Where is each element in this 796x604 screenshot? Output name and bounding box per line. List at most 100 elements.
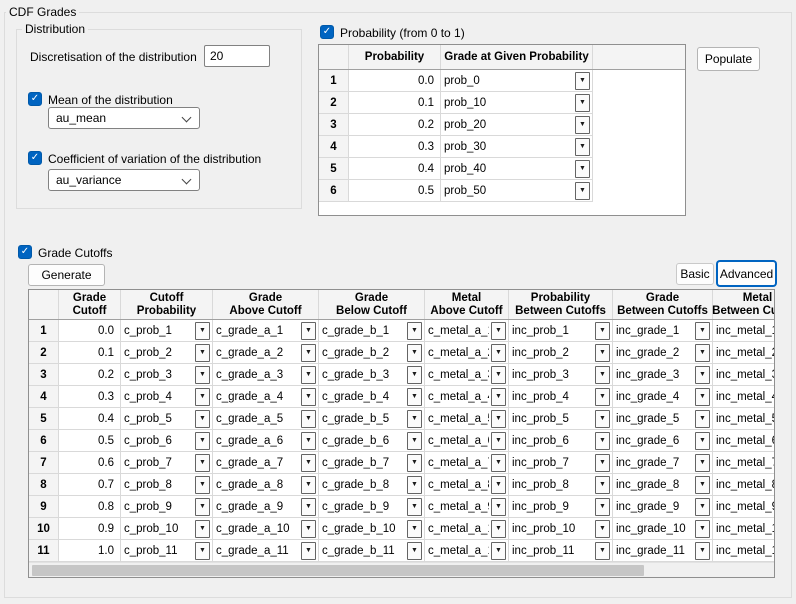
dropdown-button[interactable]: ▼ <box>195 476 210 494</box>
dropdown-button[interactable]: ▼ <box>195 454 210 472</box>
dropdown-cell[interactable]: c_prob_4 ▼ <box>121 386 213 407</box>
scrollbar-thumb[interactable] <box>32 565 644 576</box>
dropdown-cell[interactable]: inc_grade_1 ▼ <box>613 320 713 341</box>
row-header[interactable]: 4 <box>319 136 349 158</box>
dropdown-button[interactable]: ▼ <box>695 476 710 494</box>
dropdown-cell[interactable]: c_grade_a_3 ▼ <box>213 364 319 385</box>
dropdown-button[interactable]: ▼ <box>407 476 422 494</box>
dropdown-cell[interactable]: c_metal_a_4 ▼ <box>425 386 509 407</box>
dropdown-button[interactable]: ▼ <box>407 432 422 450</box>
dropdown-button[interactable]: ▼ <box>595 344 610 362</box>
dropdown-button[interactable]: ▼ <box>595 454 610 472</box>
dropdown-cell[interactable]: c_grade_b_2 ▼ <box>319 342 425 363</box>
dropdown-button[interactable]: ▼ <box>595 388 610 406</box>
row-header[interactable]: 2 <box>319 92 349 114</box>
row-header[interactable]: 10 <box>29 518 59 539</box>
dropdown-cell[interactable]: inc_metal_10 ▼ <box>713 518 775 539</box>
mean-checkbox[interactable]: ✓ <box>28 92 42 106</box>
dropdown-button[interactable]: ▼ <box>575 138 590 156</box>
row-header[interactable]: 8 <box>29 474 59 495</box>
dropdown-button[interactable]: ▼ <box>491 520 506 538</box>
dropdown-button[interactable]: ▼ <box>575 72 590 90</box>
dropdown-cell[interactable]: c_prob_6 ▼ <box>121 430 213 451</box>
row-header[interactable]: 5 <box>319 158 349 180</box>
dropdown-button[interactable]: ▼ <box>407 322 422 340</box>
row-header[interactable]: 5 <box>29 408 59 429</box>
dropdown-cell[interactable]: c_grade_a_2 ▼ <box>213 342 319 363</box>
dropdown-button[interactable]: ▼ <box>695 542 710 560</box>
cutoff-value[interactable]: 0.9 <box>59 518 121 539</box>
grade-cutoffs-checkbox[interactable]: ✓ <box>18 245 32 259</box>
dropdown-cell[interactable]: c_grade_b_10 ▼ <box>319 518 425 539</box>
dropdown-cell[interactable]: inc_grade_8 ▼ <box>613 474 713 495</box>
discretisation-input[interactable]: 20 <box>204 45 270 67</box>
dropdown-cell[interactable]: inc_prob_9 ▼ <box>509 496 613 517</box>
dropdown-cell[interactable]: inc_prob_3 ▼ <box>509 364 613 385</box>
dropdown-cell[interactable]: c_grade_b_8 ▼ <box>319 474 425 495</box>
dropdown-cell[interactable]: c_prob_9 ▼ <box>121 496 213 517</box>
dropdown-button[interactable]: ▼ <box>491 388 506 406</box>
cutoff-value[interactable]: 0.7 <box>59 474 121 495</box>
dropdown-button[interactable]: ▼ <box>491 476 506 494</box>
dropdown-cell[interactable]: c_prob_1 ▼ <box>121 320 213 341</box>
dropdown-button[interactable]: ▼ <box>301 520 316 538</box>
dropdown-cell[interactable]: inc_prob_7 ▼ <box>509 452 613 473</box>
dropdown-cell[interactable]: inc_grade_2 ▼ <box>613 342 713 363</box>
dropdown-cell[interactable]: inc_grade_6 ▼ <box>613 430 713 451</box>
row-header[interactable]: 3 <box>29 364 59 385</box>
dropdown-cell[interactable]: inc_prob_5 ▼ <box>509 408 613 429</box>
dropdown-cell[interactable]: c_grade_b_6 ▼ <box>319 430 425 451</box>
dropdown-button[interactable]: ▼ <box>407 344 422 362</box>
cutoff-value[interactable]: 0.2 <box>59 364 121 385</box>
dropdown-cell[interactable]: c_grade_b_3 ▼ <box>319 364 425 385</box>
dropdown-cell[interactable]: inc_metal_8 ▼ <box>713 474 775 495</box>
row-header[interactable]: 3 <box>319 114 349 136</box>
dropdown-button[interactable]: ▼ <box>195 498 210 516</box>
dropdown-cell[interactable]: c_grade_b_11 ▼ <box>319 540 425 561</box>
grade-cell[interactable]: prob_40 ▼ <box>441 158 593 180</box>
dropdown-cell[interactable]: c_grade_a_6 ▼ <box>213 430 319 451</box>
row-header[interactable]: 1 <box>319 70 349 92</box>
dropdown-cell[interactable]: c_prob_7 ▼ <box>121 452 213 473</box>
dropdown-cell[interactable]: c_prob_11 ▼ <box>121 540 213 561</box>
cutoff-value[interactable]: 0.6 <box>59 452 121 473</box>
dropdown-cell[interactable]: c_metal_a_8 ▼ <box>425 474 509 495</box>
dropdown-button[interactable]: ▼ <box>301 366 316 384</box>
dropdown-button[interactable]: ▼ <box>491 498 506 516</box>
column-header[interactable]: Cutoff Probability <box>121 290 213 319</box>
dropdown-button[interactable]: ▼ <box>595 322 610 340</box>
dropdown-button[interactable]: ▼ <box>195 520 210 538</box>
grade-cell[interactable]: prob_50 ▼ <box>441 180 593 202</box>
dropdown-cell[interactable]: c_metal_a_3 ▼ <box>425 364 509 385</box>
dropdown-button[interactable]: ▼ <box>195 322 210 340</box>
grade-cell[interactable]: prob_0 ▼ <box>441 70 593 92</box>
dropdown-cell[interactable]: c_metal_a_11 ▼ <box>425 540 509 561</box>
dropdown-cell[interactable]: inc_grade_5 ▼ <box>613 408 713 429</box>
row-header[interactable]: 4 <box>29 386 59 407</box>
dropdown-cell[interactable]: inc_metal_2 ▼ <box>713 342 775 363</box>
column-header[interactable]: Grade Below Cutoff <box>319 290 425 319</box>
dropdown-button[interactable]: ▼ <box>301 476 316 494</box>
dropdown-button[interactable]: ▼ <box>695 388 710 406</box>
populate-button[interactable]: Populate <box>697 47 760 71</box>
grade-cell[interactable]: prob_20 ▼ <box>441 114 593 136</box>
dropdown-cell[interactable]: c_grade_a_4 ▼ <box>213 386 319 407</box>
dropdown-cell[interactable]: c_prob_2 ▼ <box>121 342 213 363</box>
dropdown-button[interactable]: ▼ <box>195 410 210 428</box>
dropdown-cell[interactable]: c_grade_b_9 ▼ <box>319 496 425 517</box>
dropdown-cell[interactable]: inc_grade_10 ▼ <box>613 518 713 539</box>
dropdown-cell[interactable]: inc_grade_3 ▼ <box>613 364 713 385</box>
dropdown-button[interactable]: ▼ <box>407 498 422 516</box>
row-header[interactable]: 9 <box>29 496 59 517</box>
dropdown-button[interactable]: ▼ <box>407 366 422 384</box>
dropdown-cell[interactable]: inc_grade_9 ▼ <box>613 496 713 517</box>
row-header[interactable]: 2 <box>29 342 59 363</box>
dropdown-button[interactable]: ▼ <box>695 322 710 340</box>
dropdown-cell[interactable]: c_metal_a_1 ▼ <box>425 320 509 341</box>
dropdown-cell[interactable]: c_grade_a_10 ▼ <box>213 518 319 539</box>
dropdown-button[interactable]: ▼ <box>301 344 316 362</box>
dropdown-cell[interactable]: inc_metal_4 ▼ <box>713 386 775 407</box>
dropdown-button[interactable]: ▼ <box>301 542 316 560</box>
mean-combobox[interactable]: au_mean <box>48 107 200 129</box>
dropdown-button[interactable]: ▼ <box>575 94 590 112</box>
